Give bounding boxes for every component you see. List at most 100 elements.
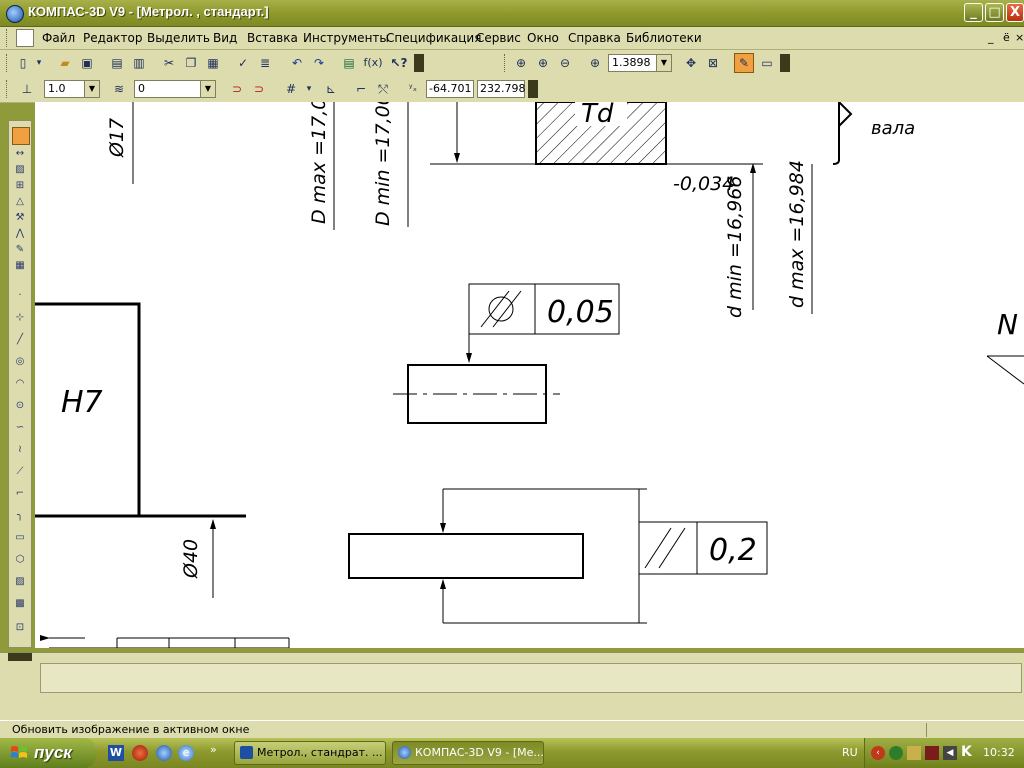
menu-specification[interactable]: Спецификация xyxy=(386,31,481,45)
grid-dropdown-icon[interactable]: ▾ xyxy=(300,80,318,98)
media-quicklaunch-icon[interactable] xyxy=(132,745,148,761)
menu-insert[interactable]: Вставка xyxy=(247,31,298,45)
task-kompas[interactable]: КОМПАС-3D V9 - [Ме... xyxy=(392,741,544,765)
parametrization-tool-icon[interactable]: △ xyxy=(12,195,28,209)
spec-tool-icon[interactable]: ▦ xyxy=(12,259,28,273)
doc-minimize-button[interactable]: _ xyxy=(988,31,994,44)
language-indicator[interactable]: RU xyxy=(842,746,858,759)
menu-tools[interactable]: Инструменты xyxy=(303,31,389,45)
menu-file[interactable]: Файл xyxy=(42,31,75,45)
manager-icon[interactable]: ▤ xyxy=(340,54,358,72)
chamfer-icon[interactable]: ⌐ xyxy=(12,487,28,501)
tray-expand-icon[interactable]: ‹ xyxy=(871,746,885,760)
word-quicklaunch-icon[interactable]: W xyxy=(108,745,124,761)
round-icon[interactable]: ⌐ xyxy=(352,80,370,98)
drawing-canvas[interactable]: Ø17 D max =17,024 D min =17,006 Td вала … xyxy=(35,102,1024,648)
measure-tool-icon[interactable]: ⚒ xyxy=(12,211,28,225)
local-cs-icon[interactable]: ⊥ xyxy=(18,80,36,98)
maximize-button[interactable]: □ xyxy=(985,3,1004,22)
cut-icon[interactable]: ✂ xyxy=(160,54,178,72)
magnet-snap-icon[interactable]: ⤲ xyxy=(374,80,392,98)
print-preview-icon[interactable]: ▥ xyxy=(130,54,148,72)
minimize-button[interactable]: _ xyxy=(964,3,983,22)
pan-icon[interactable]: ✥ xyxy=(682,54,700,72)
zoom-in-icon[interactable]: ⊕ xyxy=(534,54,552,72)
print-icon[interactable]: ▤ xyxy=(108,54,126,72)
polyline-icon[interactable]: ⟋ xyxy=(12,465,28,479)
select-tool-icon[interactable]: ⋀ xyxy=(12,227,28,241)
properties-icon[interactable]: ≣ xyxy=(256,54,274,72)
view-toolbar-chevron[interactable] xyxy=(780,54,790,72)
save-icon[interactable]: ▣ xyxy=(78,54,96,72)
tray-security-icon[interactable] xyxy=(907,746,921,760)
close-button[interactable]: X xyxy=(1006,3,1024,22)
kompas-app-icon[interactable] xyxy=(6,5,24,23)
spline-icon[interactable]: ∽ xyxy=(12,421,28,435)
view-toolbar-grip[interactable] xyxy=(504,54,508,72)
coord-x-field[interactable]: -64.701 xyxy=(426,80,474,98)
layers-icon[interactable]: ≋ xyxy=(110,80,128,98)
fillet-icon[interactable]: ╮ xyxy=(12,509,28,523)
quicklaunch-overflow-icon[interactable]: » xyxy=(210,743,217,756)
coord-y-field[interactable]: 232.798 xyxy=(477,80,526,98)
display-mode-icon[interactable]: ▭ xyxy=(758,54,776,72)
grid-icon[interactable]: # xyxy=(282,80,300,98)
menu-editor[interactable]: Редактор xyxy=(83,31,142,45)
paste-icon[interactable]: ▦ xyxy=(204,54,222,72)
menu-help[interactable]: Справка xyxy=(568,31,621,45)
tray-network-icon[interactable] xyxy=(889,746,903,760)
copy-icon[interactable]: ❐ xyxy=(182,54,200,72)
tray-k-icon[interactable]: K xyxy=(961,744,972,760)
refresh-view-icon[interactable]: ✎ xyxy=(734,53,754,73)
rectangle-icon[interactable]: ▭ xyxy=(12,531,28,545)
nurbs-icon[interactable]: ≀ xyxy=(12,443,28,457)
variables-fx-icon[interactable]: f(x) xyxy=(362,54,384,72)
menu-libraries[interactable]: Библиотеки xyxy=(626,31,702,45)
fill-icon[interactable]: ▩ xyxy=(12,597,28,611)
doc-restore-button[interactable]: ё xyxy=(1003,31,1010,44)
state-toolbar-chevron[interactable] xyxy=(528,80,538,98)
associative-tool-icon[interactable]: ✎ xyxy=(12,243,28,257)
snap-magnet-icon[interactable]: ⊃ xyxy=(228,80,246,98)
ie-quicklaunch-icon[interactable]: e xyxy=(178,745,194,761)
layer-combo[interactable]: 0 ▼ xyxy=(134,80,216,98)
undo-icon[interactable]: ↶ xyxy=(288,54,306,72)
help-pointer-icon[interactable]: ↖? xyxy=(390,54,408,72)
arc-icon[interactable]: ◠ xyxy=(12,377,28,391)
state-toolbar-grip[interactable] xyxy=(6,80,10,98)
chevron-down-icon[interactable]: ▼ xyxy=(656,55,671,71)
show-all-icon[interactable]: ⊠ xyxy=(704,54,722,72)
format-brush-icon[interactable]: ✓ xyxy=(234,54,252,72)
zoom-window-icon[interactable]: ⊕ xyxy=(512,54,530,72)
menu-window[interactable]: Окно xyxy=(527,31,559,45)
menu-service[interactable]: Сервис xyxy=(476,31,521,45)
dimensions-tool-icon[interactable]: ↔ xyxy=(12,147,28,161)
auxiliary-line-icon[interactable]: ⊹ xyxy=(12,311,28,325)
tray-antivirus-icon[interactable] xyxy=(925,746,939,760)
ellipse-icon[interactable]: ⊙ xyxy=(12,399,28,413)
new-dropdown-icon[interactable]: ▾ xyxy=(30,54,48,72)
contour-icon[interactable]: ⊡ xyxy=(12,621,28,635)
menu-select[interactable]: Выделить xyxy=(147,31,210,45)
doc-close-button[interactable]: × xyxy=(1015,31,1024,44)
redo-icon[interactable]: ↷ xyxy=(310,54,328,72)
toolbar-chevron[interactable] xyxy=(414,54,424,72)
tray-volume-icon[interactable]: ◀ xyxy=(943,746,957,760)
chevron-down-icon[interactable]: ▼ xyxy=(200,81,215,97)
command-input-area[interactable] xyxy=(40,663,1022,693)
hatch-icon[interactable]: ▨ xyxy=(12,575,28,589)
snap-settings-icon[interactable]: ⊃ xyxy=(250,80,268,98)
menu-view[interactable]: Вид xyxy=(213,31,237,45)
cursor-coords-icon[interactable]: ʸₓ xyxy=(404,80,422,98)
open-folder-icon[interactable]: ▰ xyxy=(56,54,74,72)
start-button[interactable]: пуск xyxy=(0,738,96,768)
chevron-down-icon[interactable]: ▼ xyxy=(84,81,99,97)
kompas-quicklaunch-icon[interactable] xyxy=(156,745,172,761)
editing-tool-icon[interactable]: ⊞ xyxy=(12,179,28,193)
drawing-svg[interactable]: Ø17 D max =17,024 D min =17,006 Td вала … xyxy=(35,102,1024,648)
toolbar-grip[interactable] xyxy=(6,54,10,72)
geometry-tool-icon[interactable] xyxy=(12,127,30,145)
task-word-document[interactable]: Метрол., стандрат. ... xyxy=(234,741,386,765)
zoom-scale-icon[interactable]: ⊕ xyxy=(586,54,604,72)
panel-handle[interactable] xyxy=(8,653,32,661)
